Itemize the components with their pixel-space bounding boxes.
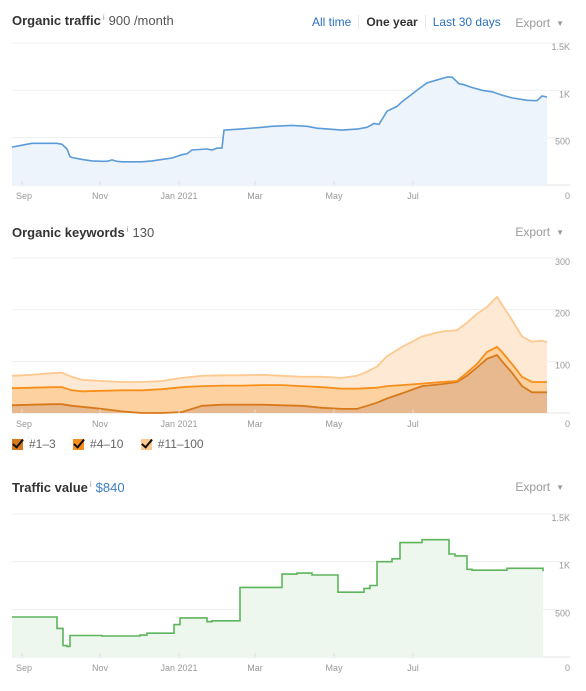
x-tick-label: Jul bbox=[407, 663, 419, 673]
area-fill bbox=[12, 539, 543, 657]
traffic-value-chart[interactable]: 1.5K 1K 500 0 Sep Nov Jan 2021 Mar May Jul bbox=[0, 0, 586, 691]
x-tick-label: May bbox=[325, 663, 343, 673]
y-tick-label: 1.5K bbox=[551, 513, 570, 523]
x-tick-label: Jan 2021 bbox=[160, 663, 197, 673]
x-tick-label: Mar bbox=[247, 663, 263, 673]
y-tick-label: 1K bbox=[559, 561, 570, 571]
x-tick-label: Nov bbox=[92, 663, 109, 673]
x-tick-label: Sep bbox=[16, 663, 32, 673]
y-tick-label: 500 bbox=[555, 608, 570, 618]
y-tick-label: 0 bbox=[565, 663, 570, 673]
